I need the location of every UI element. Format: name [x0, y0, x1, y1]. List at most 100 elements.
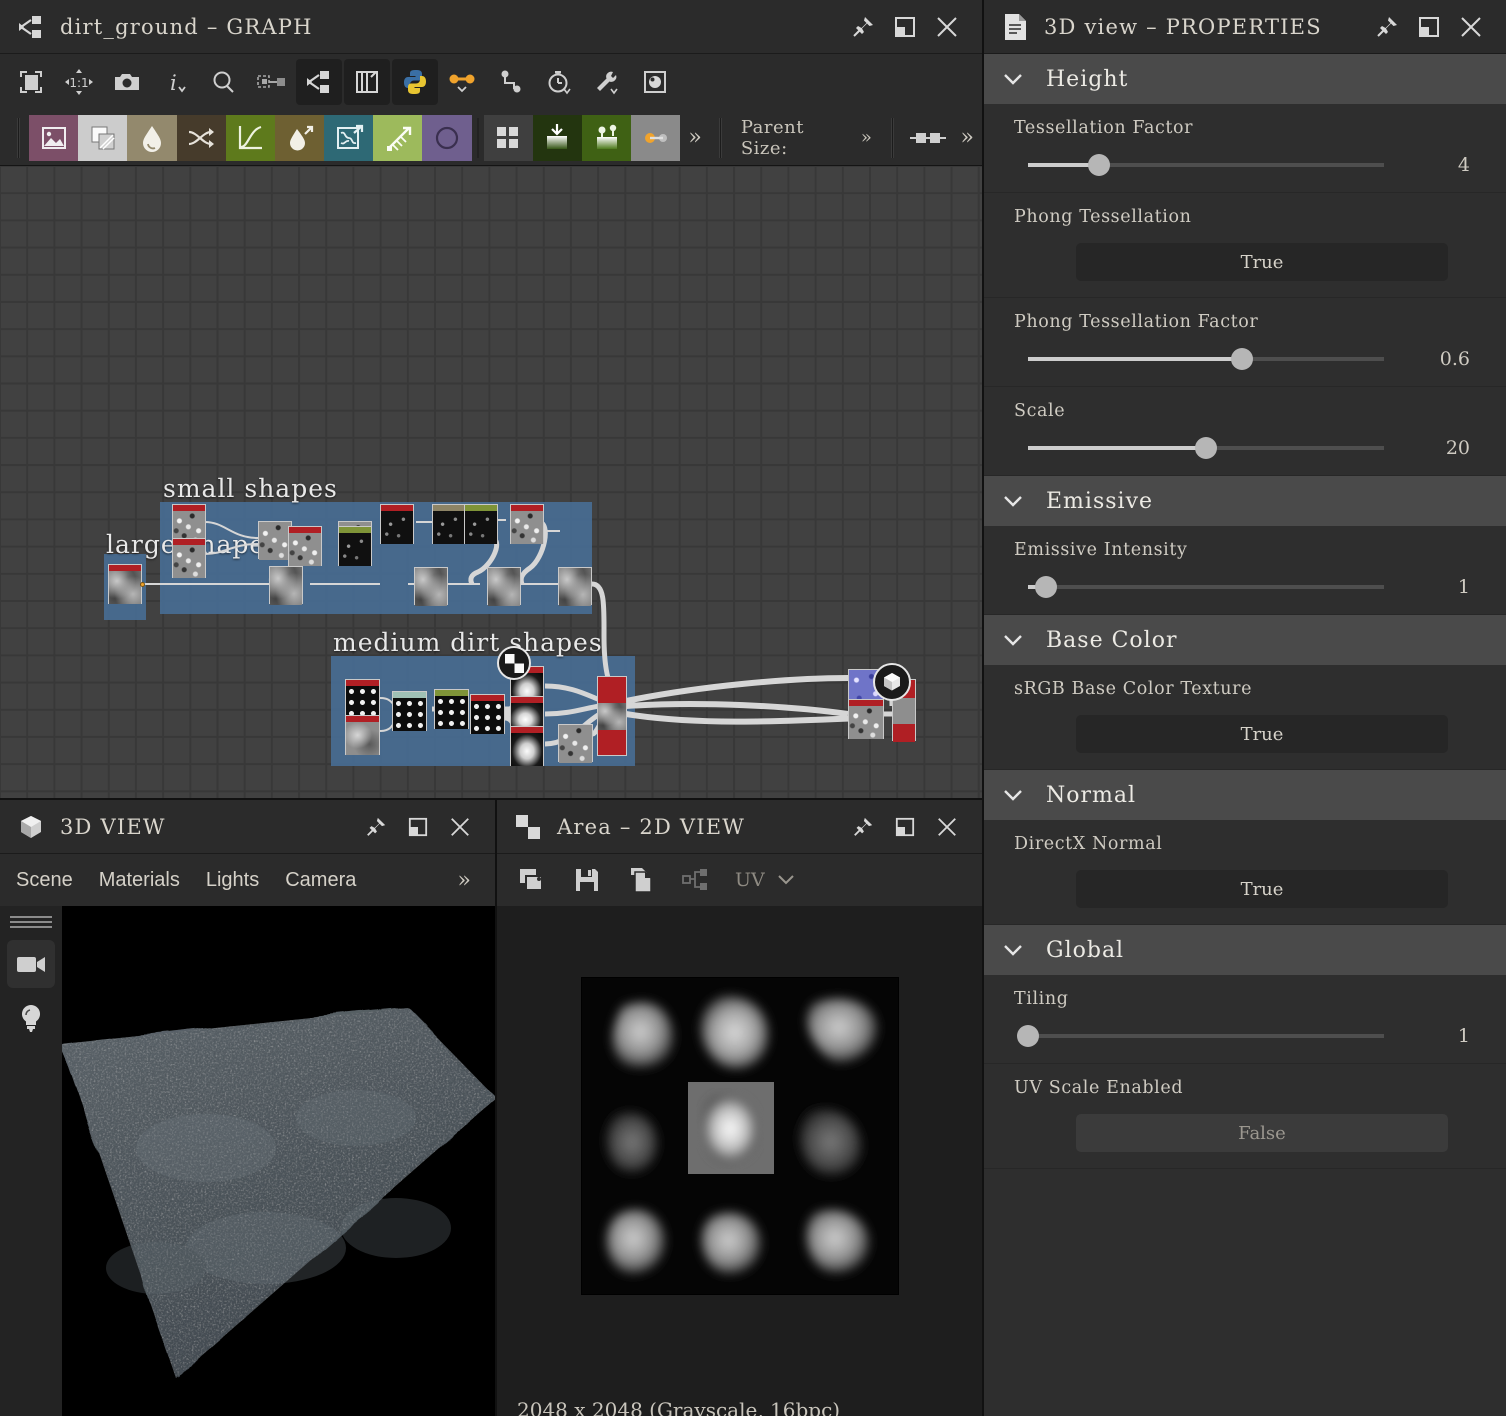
maximize-icon[interactable]: [397, 806, 439, 848]
bitmap-node-icon[interactable]: [28, 114, 79, 161]
camera-icon[interactable]: [104, 59, 150, 105]
chevron-down-icon[interactable]: [1002, 788, 1024, 802]
directional-blur-node-icon[interactable]: [274, 114, 325, 161]
chevron-down-icon[interactable]: [1002, 633, 1024, 647]
slider-knob[interactable]: [1034, 576, 1057, 598]
property-slider[interactable]: [1028, 437, 1384, 459]
graph-canvas[interactable]: small shapes large shapes medium dirt sh…: [0, 166, 982, 800]
python-icon[interactable]: [392, 59, 438, 105]
pin-icon[interactable]: [842, 6, 884, 48]
graph-node[interactable]: [434, 689, 469, 729]
slider-knob[interactable]: [1088, 154, 1111, 176]
search-icon[interactable]: [200, 59, 246, 105]
graph-node[interactable]: [392, 691, 427, 731]
uv-selector-label[interactable]: UV: [735, 869, 765, 891]
slider-knob[interactable]: [1017, 1025, 1039, 1047]
graph-node[interactable]: [432, 504, 466, 544]
property-slider[interactable]: [1017, 1025, 1384, 1047]
graph-node[interactable]: [338, 526, 372, 566]
maximize-icon[interactable]: [884, 6, 926, 48]
close-icon[interactable]: [926, 806, 968, 848]
light-tool-icon[interactable]: [7, 994, 55, 1042]
view3d-render-viewport[interactable]: [62, 906, 495, 1416]
timer-icon[interactable]: [536, 59, 582, 105]
path-icon[interactable]: [488, 59, 534, 105]
graph-node[interactable]: [464, 504, 498, 544]
zoom-one-to-one-icon[interactable]: 1:1: [56, 59, 102, 105]
property-slider[interactable]: [1028, 576, 1384, 598]
gradient-node-icon[interactable]: [373, 114, 423, 161]
graph-node[interactable]: [108, 564, 142, 604]
view3d-tabs-overflow-chevron[interactable]: »: [450, 868, 479, 893]
wrench-icon[interactable]: [584, 59, 630, 105]
graph-icon[interactable]: [296, 59, 342, 105]
save-icon[interactable]: [563, 857, 611, 903]
property-group-header-height[interactable]: Height: [984, 54, 1506, 104]
property-group-header-global[interactable]: Global: [984, 925, 1506, 975]
link-node-icon[interactable]: [248, 59, 294, 105]
node-port[interactable]: [140, 582, 145, 587]
link-creation-node-icon[interactable]: [631, 114, 681, 161]
tab-scene[interactable]: Scene: [16, 869, 73, 892]
graph-node[interactable]: [558, 724, 593, 763]
property-combobox[interactable]: False: [1076, 1114, 1448, 1152]
chevron-down-icon[interactable]: [771, 857, 801, 903]
connection-icon[interactable]: [440, 59, 486, 105]
graph-node[interactable]: [470, 694, 505, 734]
slider-knob[interactable]: [1195, 437, 1217, 459]
graph-node[interactable]: [510, 504, 544, 544]
chevron-down-icon[interactable]: [1002, 943, 1024, 957]
graph-node[interactable]: [269, 566, 303, 605]
close-icon[interactable]: [926, 6, 968, 48]
graph-node[interactable]: [172, 538, 206, 578]
curve-node-icon[interactable]: [225, 114, 275, 161]
graph-node[interactable]: [380, 504, 414, 544]
tile-node-icon[interactable]: [483, 114, 533, 161]
copy-icon[interactable]: [617, 857, 665, 903]
graph-node[interactable]: [558, 567, 592, 606]
pin-icon[interactable]: [355, 806, 397, 848]
close-icon[interactable]: [439, 806, 481, 848]
chevron-down-icon[interactable]: [1002, 494, 1024, 508]
property-group-header-emissive[interactable]: Emissive: [984, 476, 1506, 526]
input-node-icon[interactable]: [532, 114, 583, 161]
graph-node[interactable]: [487, 567, 521, 606]
info-icon[interactable]: i: [152, 59, 198, 105]
parent-size-chevron[interactable]: »: [861, 127, 873, 148]
view-in-3d-badge-icon[interactable]: [873, 663, 911, 701]
connect-nodes-icon[interactable]: [903, 115, 952, 161]
texture-preview-image[interactable]: [580, 977, 899, 1295]
parent-size-control[interactable]: Parent Size: »: [731, 117, 882, 159]
graph-node-output[interactable]: [597, 676, 627, 756]
graph-node[interactable]: [345, 679, 380, 719]
output-node-icon[interactable]: [582, 114, 632, 161]
toolbar-grip[interactable]: [10, 916, 52, 928]
graph-node[interactable]: [510, 726, 544, 766]
graph-node-roughness-output[interactable]: [848, 699, 884, 739]
property-combobox[interactable]: True: [1076, 870, 1448, 908]
graph-link-icon[interactable]: [671, 857, 719, 903]
toolbar-right-overflow-chevron[interactable]: »: [953, 125, 982, 150]
graph-node[interactable]: [258, 521, 292, 560]
blur-node-icon[interactable]: [127, 114, 177, 161]
material-preview-icon[interactable]: [632, 59, 678, 105]
shuffle-node-icon[interactable]: [176, 114, 226, 161]
duplicate-view-icon[interactable]: [509, 857, 557, 903]
tab-materials[interactable]: Materials: [99, 869, 180, 892]
maximize-icon[interactable]: [1408, 6, 1450, 48]
graph-node[interactable]: [288, 526, 322, 566]
pin-icon[interactable]: [1366, 6, 1408, 48]
property-combobox[interactable]: True: [1076, 243, 1448, 281]
node-toolbar-overflow-chevron[interactable]: »: [680, 125, 709, 150]
warp-node-icon[interactable]: [324, 114, 374, 161]
slider-knob[interactable]: [1230, 348, 1253, 370]
property-slider[interactable]: [1028, 154, 1384, 176]
property-group-header-base-color[interactable]: Base Color: [984, 615, 1506, 665]
property-group-header-normal[interactable]: Normal: [984, 770, 1506, 820]
close-icon[interactable]: [1450, 6, 1492, 48]
camera-tool-icon[interactable]: [7, 940, 55, 988]
view2d-stage[interactable]: 2048 x 2048 (Grayscale, 16bpc): [497, 906, 982, 1416]
tab-camera[interactable]: Camera: [285, 869, 356, 892]
fit-view-icon[interactable]: [8, 59, 54, 105]
blend-node-icon[interactable]: [78, 114, 128, 161]
